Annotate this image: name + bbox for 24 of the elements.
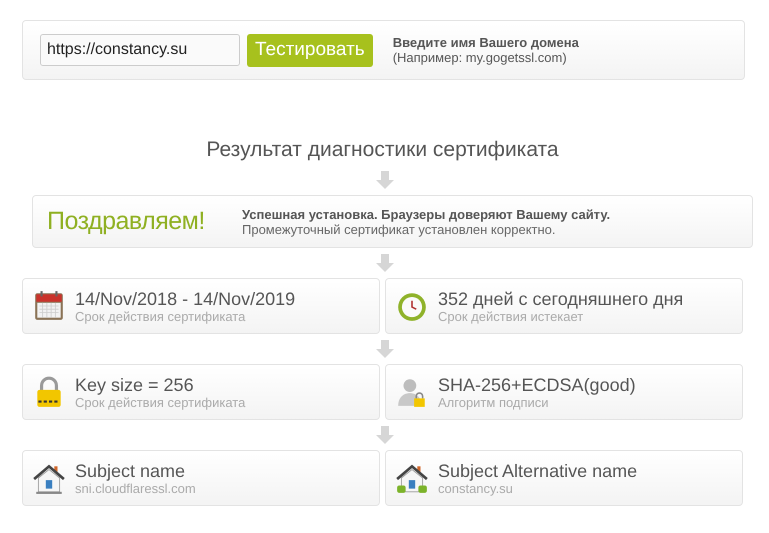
card-label: sni.cloudflaressl.com [75, 480, 196, 496]
calendar-icon [32, 289, 66, 323]
card-value: 14/Nov/2018 - 14/Nov/2019 [75, 288, 296, 308]
card-label: Срок действия сертификата [75, 308, 246, 324]
down-arrow-icon [374, 425, 394, 445]
domain-input-field[interactable]: https://constancy.su [40, 34, 240, 66]
congrats-title: Поздравляем! [47, 207, 206, 236]
success-detail: Промежуточный сертификат установлен корректно. [242, 222, 556, 236]
card-label: Срок действия истекает [438, 308, 584, 324]
card-value: SHA-256+ECDSA(good) [438, 374, 636, 394]
down-arrow-icon [374, 253, 394, 273]
hint-title: Введите имя Вашего домена [392, 35, 579, 50]
card-value: 352 дней с сегодняшнего дня [438, 288, 684, 308]
card-value: Subject name [75, 460, 186, 480]
result-heading: Результат диагностики сертификата [205, 137, 560, 163]
card-label: Алгоритм подписи [438, 394, 549, 410]
card-label: Срок действия сертификата [75, 394, 246, 410]
success-message: Успешная установка. Браузеры доверяют Вашему сайту. [242, 206, 610, 222]
down-arrow-icon [374, 170, 394, 190]
card-label: constancy.su [438, 480, 514, 496]
down-arrow-icon [374, 339, 394, 359]
card-value: Key size = 256 [75, 374, 195, 394]
hint-example: (Например: my.gogetssl.com) [392, 50, 568, 65]
card-value: Subject Alternative name [438, 460, 638, 480]
